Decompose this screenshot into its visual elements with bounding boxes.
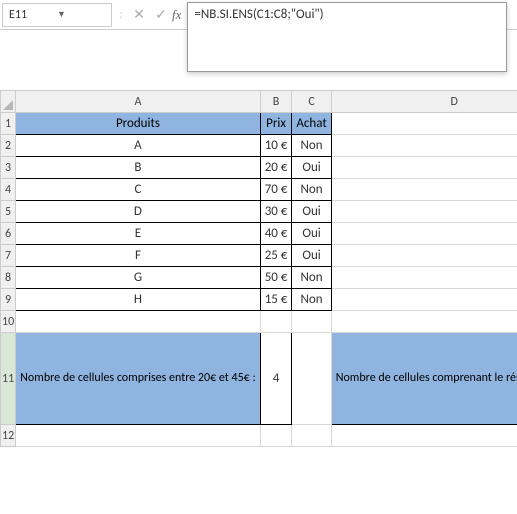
row-header-11[interactable]: 11 [1, 333, 16, 425]
row-header-1[interactable]: 1 [1, 113, 16, 135]
cell-D10[interactable] [331, 311, 517, 333]
cell-C2[interactable]: Non [292, 135, 331, 157]
cell-A8[interactable]: G [16, 267, 261, 289]
cell-B10[interactable] [260, 311, 292, 333]
spreadsheet-grid[interactable]: A B C D E 1 Produits Prix Achat 2 A 10 €… [0, 90, 517, 447]
row-header-9[interactable]: 9 [1, 289, 16, 311]
row-header-6[interactable]: 6 [1, 223, 16, 245]
row-header-2[interactable]: 2 [1, 135, 16, 157]
col-header-C[interactable]: C [292, 91, 331, 113]
cell-C6[interactable]: Oui [292, 223, 331, 245]
cell-B8[interactable]: 50 € [260, 267, 292, 289]
row-header-8[interactable]: 8 [1, 267, 16, 289]
row-header-3[interactable]: 3 [1, 157, 16, 179]
cell-A7[interactable]: F [16, 245, 261, 267]
formula-bar: E11 ▼ : ✕ ✓ fx =NB.SI.ENS(C1:C8;"Oui") [0, 0, 517, 30]
cell-D6[interactable] [331, 223, 517, 245]
cell-C1[interactable]: Achat [292, 113, 331, 135]
cell-A10[interactable] [16, 311, 261, 333]
cell-C12[interactable] [292, 425, 331, 447]
cell-A3[interactable]: B [16, 157, 261, 179]
separator: : [114, 7, 128, 22]
cell-A12[interactable] [16, 425, 261, 447]
cell-C7[interactable]: Oui [292, 245, 331, 267]
cell-C4[interactable]: Non [292, 179, 331, 201]
cell-A2[interactable]: A [16, 135, 261, 157]
enter-icon[interactable]: ✓ [150, 3, 172, 27]
cell-D8[interactable] [331, 267, 517, 289]
name-box[interactable]: E11 ▼ [2, 3, 112, 27]
row-header-7[interactable]: 7 [1, 245, 16, 267]
cell-A1[interactable]: Produits [16, 113, 261, 135]
fx-icon[interactable]: fx [172, 7, 181, 23]
cell-A11[interactable]: Nombre de cellules comprises entre 20€ e… [16, 333, 261, 425]
cell-C5[interactable]: Oui [292, 201, 331, 223]
cell-D5[interactable] [331, 201, 517, 223]
cell-B1[interactable]: Prix [260, 113, 292, 135]
cell-B7[interactable]: 25 € [260, 245, 292, 267]
cell-A6[interactable]: E [16, 223, 261, 245]
cell-B4[interactable]: 70 € [260, 179, 292, 201]
cell-C3[interactable]: Oui [292, 157, 331, 179]
chevron-down-icon[interactable]: ▼ [57, 9, 105, 20]
cell-B2[interactable]: 10 € [260, 135, 292, 157]
name-box-value: E11 [9, 8, 57, 22]
cell-D12[interactable] [331, 425, 517, 447]
row-header-5[interactable]: 5 [1, 201, 16, 223]
cell-B3[interactable]: 20 € [260, 157, 292, 179]
cell-C10[interactable] [292, 311, 331, 333]
cell-B11[interactable]: 4 [260, 333, 292, 425]
cell-D3[interactable] [331, 157, 517, 179]
cell-A4[interactable]: C [16, 179, 261, 201]
col-header-A[interactable]: A [16, 91, 261, 113]
cell-B6[interactable]: 40 € [260, 223, 292, 245]
cell-D4[interactable] [331, 179, 517, 201]
select-all-corner[interactable] [1, 91, 16, 113]
row-header-12[interactable]: 12 [1, 425, 16, 447]
cell-C8[interactable]: Non [292, 267, 331, 289]
cell-B5[interactable]: 30 € [260, 201, 292, 223]
cell-C9[interactable]: Non [292, 289, 331, 311]
col-header-D[interactable]: D [331, 91, 517, 113]
row-header-10[interactable]: 10 [1, 311, 16, 333]
formula-input[interactable]: =NB.SI.ENS(C1:C8;"Oui") [187, 2, 507, 72]
cell-C11[interactable] [292, 333, 331, 425]
cell-D2[interactable] [331, 135, 517, 157]
cell-D9[interactable] [331, 289, 517, 311]
cell-A9[interactable]: H [16, 289, 261, 311]
cell-D11[interactable]: Nombre de cellules comprenant le résulta… [331, 333, 517, 425]
row-header-4[interactable]: 4 [1, 179, 16, 201]
cell-B12[interactable] [260, 425, 292, 447]
cell-A5[interactable]: D [16, 201, 261, 223]
col-header-B[interactable]: B [260, 91, 292, 113]
cell-B9[interactable]: 15 € [260, 289, 292, 311]
cell-D7[interactable] [331, 245, 517, 267]
cell-D1[interactable] [331, 113, 517, 135]
cancel-icon[interactable]: ✕ [128, 3, 150, 27]
